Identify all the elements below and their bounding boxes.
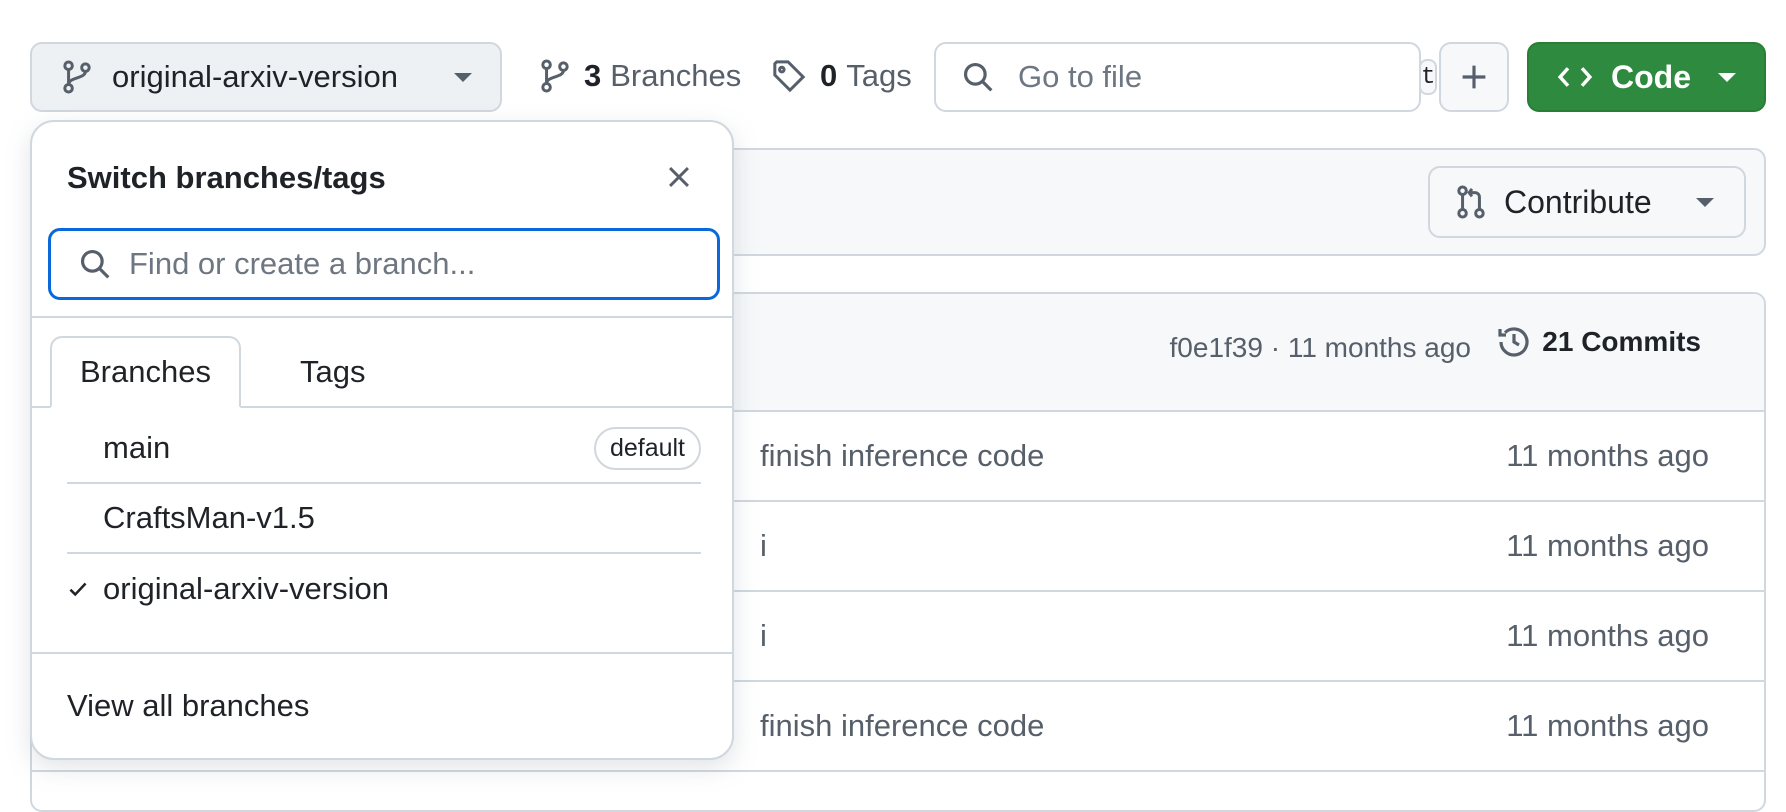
- tags-link[interactable]: 0 Tags: [772, 58, 912, 94]
- go-to-file-box[interactable]: t: [934, 42, 1438, 112]
- git-pull-request-icon: [1456, 185, 1486, 219]
- branch-switcher-menu: Switch branches/tags Branches Tags main …: [30, 120, 734, 760]
- view-all-branches-link[interactable]: View all branches: [67, 688, 309, 724]
- branches-link[interactable]: 3 Branches: [540, 58, 741, 94]
- branch-selector-button[interactable]: original-arxiv-version: [30, 42, 502, 112]
- default-badge: default: [593, 426, 701, 470]
- tab-branches[interactable]: Branches: [50, 336, 241, 408]
- commits-count-label: 21 Commits: [1542, 326, 1701, 357]
- git-branch-icon: [62, 60, 92, 94]
- code-icon: [1557, 63, 1593, 91]
- divider: [32, 652, 732, 654]
- branch-name: main: [103, 430, 171, 465]
- tags-label: Tags: [846, 58, 912, 93]
- chevron-down-icon: [1696, 197, 1714, 207]
- branch-selector-label: original-arxiv-version: [112, 59, 398, 94]
- branches-label: Branches: [610, 58, 742, 93]
- file-commit-message[interactable]: i: [760, 618, 767, 654]
- menu-title: Switch branches/tags: [67, 160, 386, 195]
- file-commit-age: 11 months ago: [1506, 438, 1709, 473]
- search-icon: [962, 61, 994, 93]
- branches-count: 3: [584, 58, 602, 93]
- file-commit-age: 11 months ago: [1506, 708, 1709, 743]
- go-to-file-input[interactable]: [1016, 58, 1419, 96]
- search-icon: [79, 248, 111, 280]
- add-file-button[interactable]: [1439, 42, 1509, 112]
- chevron-down-icon: [1718, 72, 1736, 82]
- branch-item-original-arxiv-version[interactable]: original-arxiv-version: [67, 554, 701, 624]
- file-commit-message[interactable]: finish inference code: [760, 708, 1044, 744]
- contribute-label: Contribute: [1504, 183, 1652, 220]
- code-button-label: Code: [1611, 58, 1691, 95]
- file-commit-message[interactable]: finish inference code: [760, 438, 1044, 474]
- file-commit-age: 11 months ago: [1506, 618, 1709, 653]
- file-commit-message[interactable]: i: [760, 528, 767, 564]
- check-icon: [67, 578, 103, 600]
- branch-item-main[interactable]: main default: [67, 414, 701, 484]
- tags-count: 0: [820, 58, 838, 93]
- branch-item-craftsman[interactable]: CraftsMan-v1.5: [67, 484, 701, 554]
- branch-tag-tabs: Branches Tags: [32, 336, 732, 408]
- file-commit-age: 11 months ago: [1506, 528, 1709, 563]
- chevron-down-icon: [454, 72, 472, 82]
- branch-search-box[interactable]: [48, 228, 720, 300]
- tag-icon: [772, 59, 806, 93]
- git-branch-icon: [540, 59, 570, 93]
- history-icon: [1496, 324, 1532, 360]
- close-icon[interactable]: [662, 160, 696, 194]
- divider: [32, 316, 732, 318]
- branch-name: original-arxiv-version: [103, 571, 389, 606]
- commit-meta[interactable]: f0e1f39 · 11 months ago: [1170, 332, 1471, 364]
- code-button[interactable]: Code: [1527, 42, 1766, 112]
- branch-name: CraftsMan-v1.5: [103, 500, 315, 535]
- tab-tags[interactable]: Tags: [272, 336, 393, 408]
- branch-search-input[interactable]: [127, 245, 693, 283]
- commits-link[interactable]: 21 Commits: [1496, 324, 1701, 360]
- contribute-button[interactable]: Contribute: [1428, 166, 1746, 238]
- plus-icon: [1460, 63, 1488, 91]
- keyboard-shortcut-hint: t: [1419, 59, 1438, 95]
